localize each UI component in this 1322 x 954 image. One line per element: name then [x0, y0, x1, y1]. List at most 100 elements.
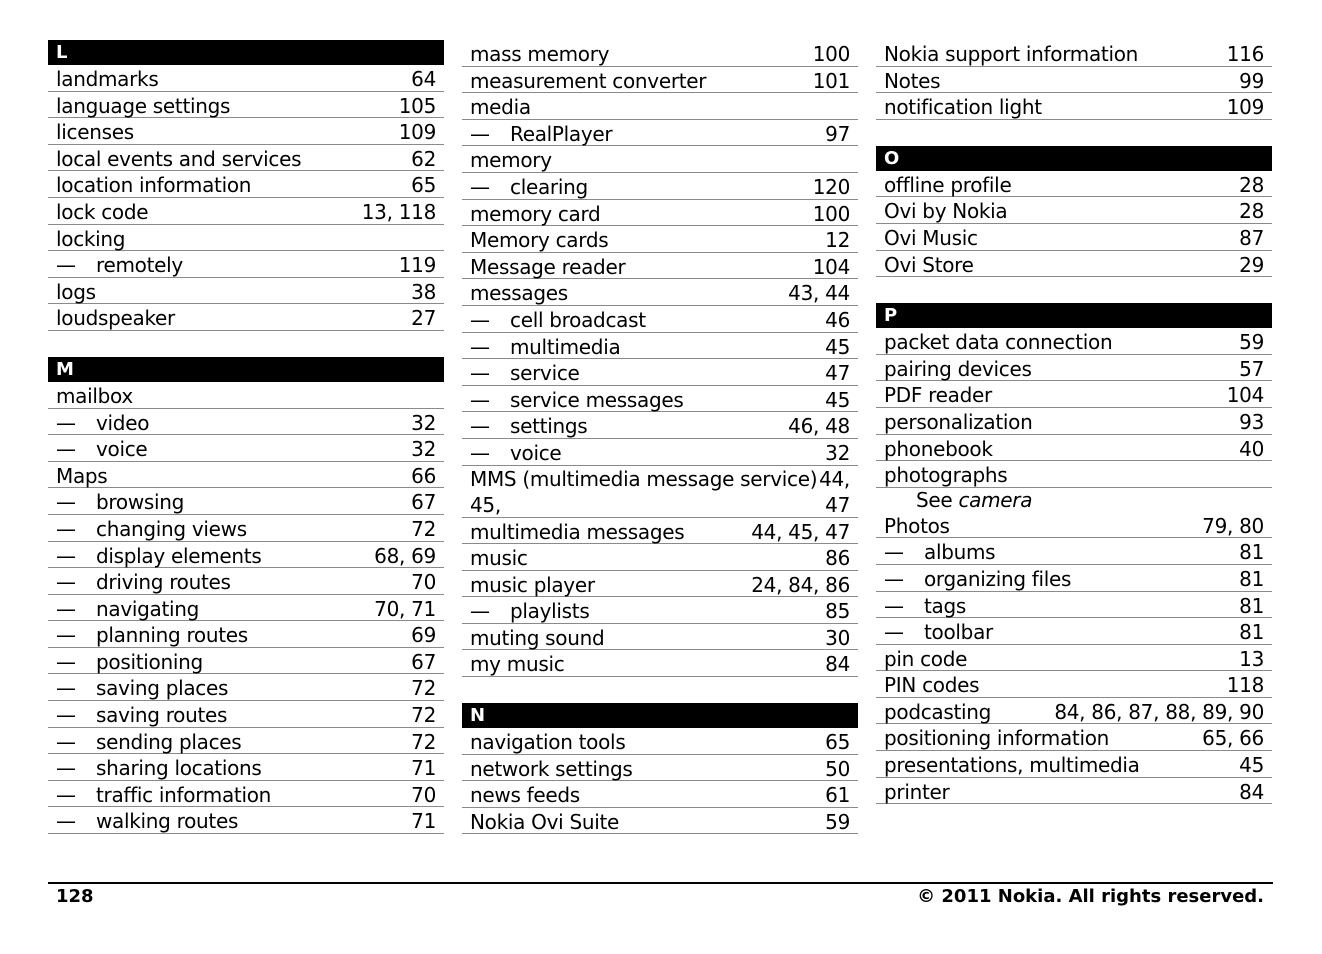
subentry-dash: — — [56, 676, 76, 701]
index-subentry: — traffic information 70 — [48, 781, 444, 808]
entry-pages: 105 — [398, 93, 437, 118]
index-subentry: — saving places 72 — [48, 674, 444, 702]
entry-pages: 118 — [1226, 673, 1265, 698]
index-subentry: — toolbar 81 — [876, 618, 1272, 645]
entry-pages: 44, — [819, 466, 850, 491]
entry-term: music — [470, 546, 528, 571]
entry-term: Ovi Store — [884, 252, 974, 277]
entry-term: voice — [96, 437, 148, 462]
entry-pages: 97 — [825, 121, 850, 146]
index-column-1: Llandmarks 64 language settings 105 licenses… — [48, 40, 444, 860]
entry-term: video — [96, 410, 150, 435]
index-entry: messages 43, 44 — [462, 279, 858, 306]
subentry-dash: — — [56, 543, 76, 568]
footer-divider — [48, 882, 1273, 884]
entry-term: Ovi Music — [884, 225, 978, 250]
subentry-dash: — — [470, 599, 490, 624]
entry-pages: 100 — [812, 42, 851, 66]
index-entry: media — [462, 93, 858, 120]
subentry-dash: — — [56, 756, 76, 781]
entry-term: tags — [924, 593, 967, 618]
entry-term: positioning — [96, 649, 203, 674]
index-subentry: — planning routes 69 — [48, 621, 444, 648]
entry-pages: 87 — [1239, 225, 1264, 250]
entry-pages: 81 — [1239, 620, 1264, 645]
section-letter-heading: L — [48, 40, 444, 65]
entry-pages: 45 — [825, 387, 850, 412]
entry-term: PDF reader — [884, 383, 992, 408]
index-entry: Ovi Store 29 — [876, 251, 1272, 278]
entry-term: landmarks — [56, 67, 159, 91]
index-entry: loudspeaker 27 — [48, 304, 444, 331]
index-entry: landmarks 64 — [48, 65, 444, 92]
entry-pages: 104 — [812, 254, 851, 279]
entry-term: network settings — [470, 756, 633, 781]
entry-term: Message reader — [470, 254, 626, 279]
subentry-dash: — — [56, 703, 76, 728]
entry-pages: 65 — [411, 173, 436, 198]
entry-term: driving routes — [96, 570, 231, 595]
entry-term: positioning information — [884, 726, 1110, 751]
entry-pages: 40 — [1239, 436, 1264, 461]
index-entry: Photos 79, 80 — [876, 512, 1272, 539]
index-subentry: — display elements 68, 69 — [48, 542, 444, 569]
index-subentry: — service messages 45 — [462, 386, 858, 413]
index-entry: music player 24, 84, 86 — [462, 571, 858, 598]
entry-pages-continued: 47 — [825, 492, 850, 517]
index-subentry: — sharing locations 71 — [48, 754, 444, 781]
entry-pages: 109 — [398, 120, 437, 145]
entry-term: personalization — [884, 409, 1033, 434]
entry-term: my music — [470, 652, 565, 677]
entry-term: pin code — [884, 646, 968, 671]
entry-term: muting sound — [470, 625, 605, 650]
entry-term: photographs — [884, 463, 1008, 488]
entry-term: traffic information — [96, 782, 272, 807]
subentry-dash: — — [470, 307, 490, 332]
entry-term: location information — [56, 173, 252, 198]
index-entry: Ovi Music 87 — [876, 224, 1272, 251]
entry-term: sharing locations — [96, 756, 262, 781]
index-entry: music 86 — [462, 544, 858, 571]
entry-term: media — [470, 95, 531, 120]
subentry-dash: — — [56, 437, 76, 462]
entry-term: Maps — [56, 463, 108, 488]
entry-term: playlists — [510, 599, 590, 624]
index-entry: Nokia support information 116 — [876, 40, 1272, 67]
index-entry: lock code 13, 118 — [48, 198, 444, 225]
entry-term: offline profile — [884, 172, 1012, 197]
section-letter-heading: O — [876, 145, 1272, 171]
index-entry: Message reader 104 — [462, 253, 858, 280]
index-subentry: — service 47 — [462, 359, 858, 386]
index-entry: navigation tools 65 — [462, 728, 858, 755]
subentry-dash: — — [56, 490, 76, 515]
entry-term: MMS (multimedia message service) — [470, 466, 818, 491]
entry-term: licenses — [56, 120, 134, 145]
subentry-dash: — — [884, 566, 904, 591]
entry-term: Notes — [884, 68, 941, 93]
subentry-dash: — — [56, 649, 76, 674]
entry-pages: 65, 66 — [1202, 726, 1264, 751]
entry-term: navigation tools — [470, 730, 626, 755]
index-subentry: — changing views 72 — [48, 515, 444, 542]
entry-pages: 45 — [1239, 753, 1264, 778]
index-entry: podcasting 84, 86, 87, 88, 89, 90 — [876, 698, 1272, 725]
entry-term: clearing — [510, 174, 588, 199]
index-entry: location information 65 — [48, 171, 444, 198]
entry-pages: 70 — [411, 782, 436, 807]
entry-term: multimedia — [510, 334, 621, 359]
entry-term: locking — [56, 226, 126, 251]
index-entry: muting sound 30 — [462, 624, 858, 651]
entry-pages: 99 — [1239, 68, 1264, 93]
entry-term: notification light — [884, 95, 1042, 120]
entry-term: remotely — [96, 253, 183, 278]
entry-pages: 32 — [825, 440, 850, 465]
entry-term: Photos — [884, 513, 950, 538]
entry-term: planning routes — [96, 623, 248, 648]
entry-term: PIN codes — [884, 673, 980, 698]
index-entry: phonebook 40 — [876, 435, 1272, 462]
entry-pages: 50 — [825, 756, 850, 781]
index-subentry: — sending places 72 — [48, 728, 444, 755]
entry-term: RealPlayer — [510, 121, 613, 146]
entry-term: Nokia support information — [884, 42, 1139, 66]
entry-term: printer — [884, 779, 950, 804]
